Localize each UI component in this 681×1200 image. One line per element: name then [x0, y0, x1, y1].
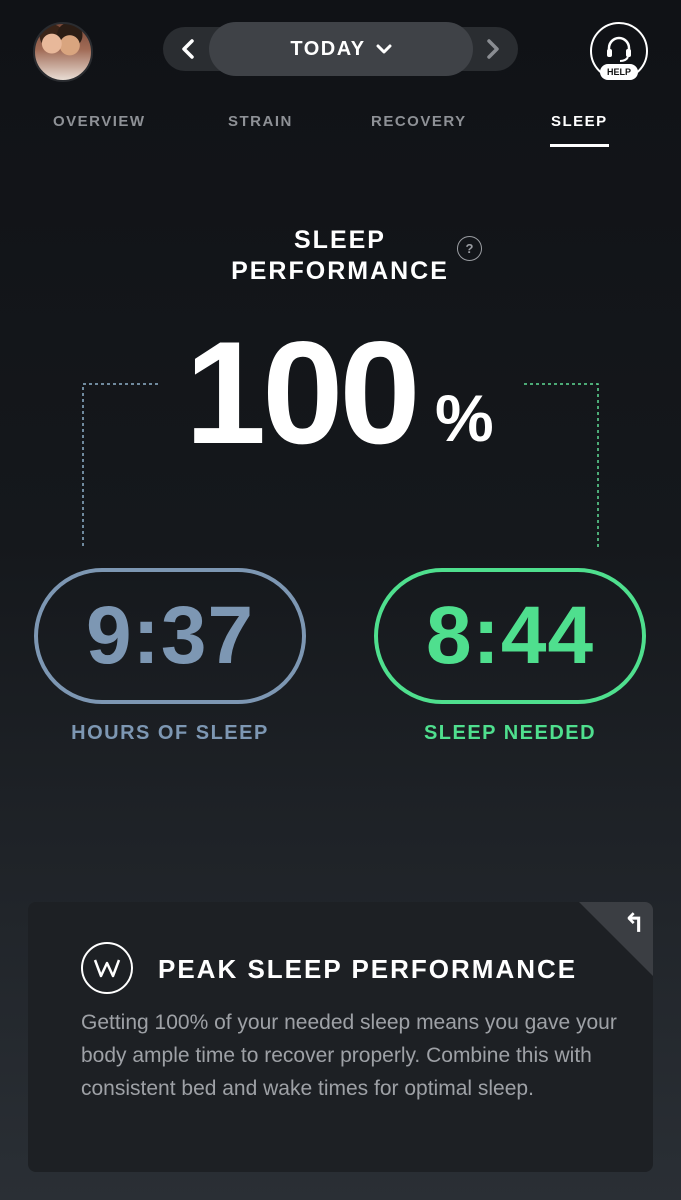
right-connector	[524, 383, 599, 548]
connector-lines	[82, 383, 599, 548]
insight-card: ↰ PEAK SLEEP PERFORMANCE Getting 100% of…	[28, 902, 653, 1172]
whoop-logo-icon	[81, 942, 133, 994]
sleep-needed-pill: 8:44	[374, 568, 646, 704]
hours-of-sleep-pill: 9:37	[34, 568, 306, 704]
hours-of-sleep-label: HOURS OF SLEEP	[71, 722, 269, 744]
card-title: PEAK SLEEP PERFORMANCE	[158, 954, 578, 984]
flip-arrow-icon[interactable]: ↰	[623, 908, 645, 939]
sleep-needed-label: SLEEP NEEDED	[423, 722, 597, 744]
card-body: Getting 100% of your needed sleep means …	[81, 1011, 617, 1100]
left-connector	[82, 383, 158, 548]
